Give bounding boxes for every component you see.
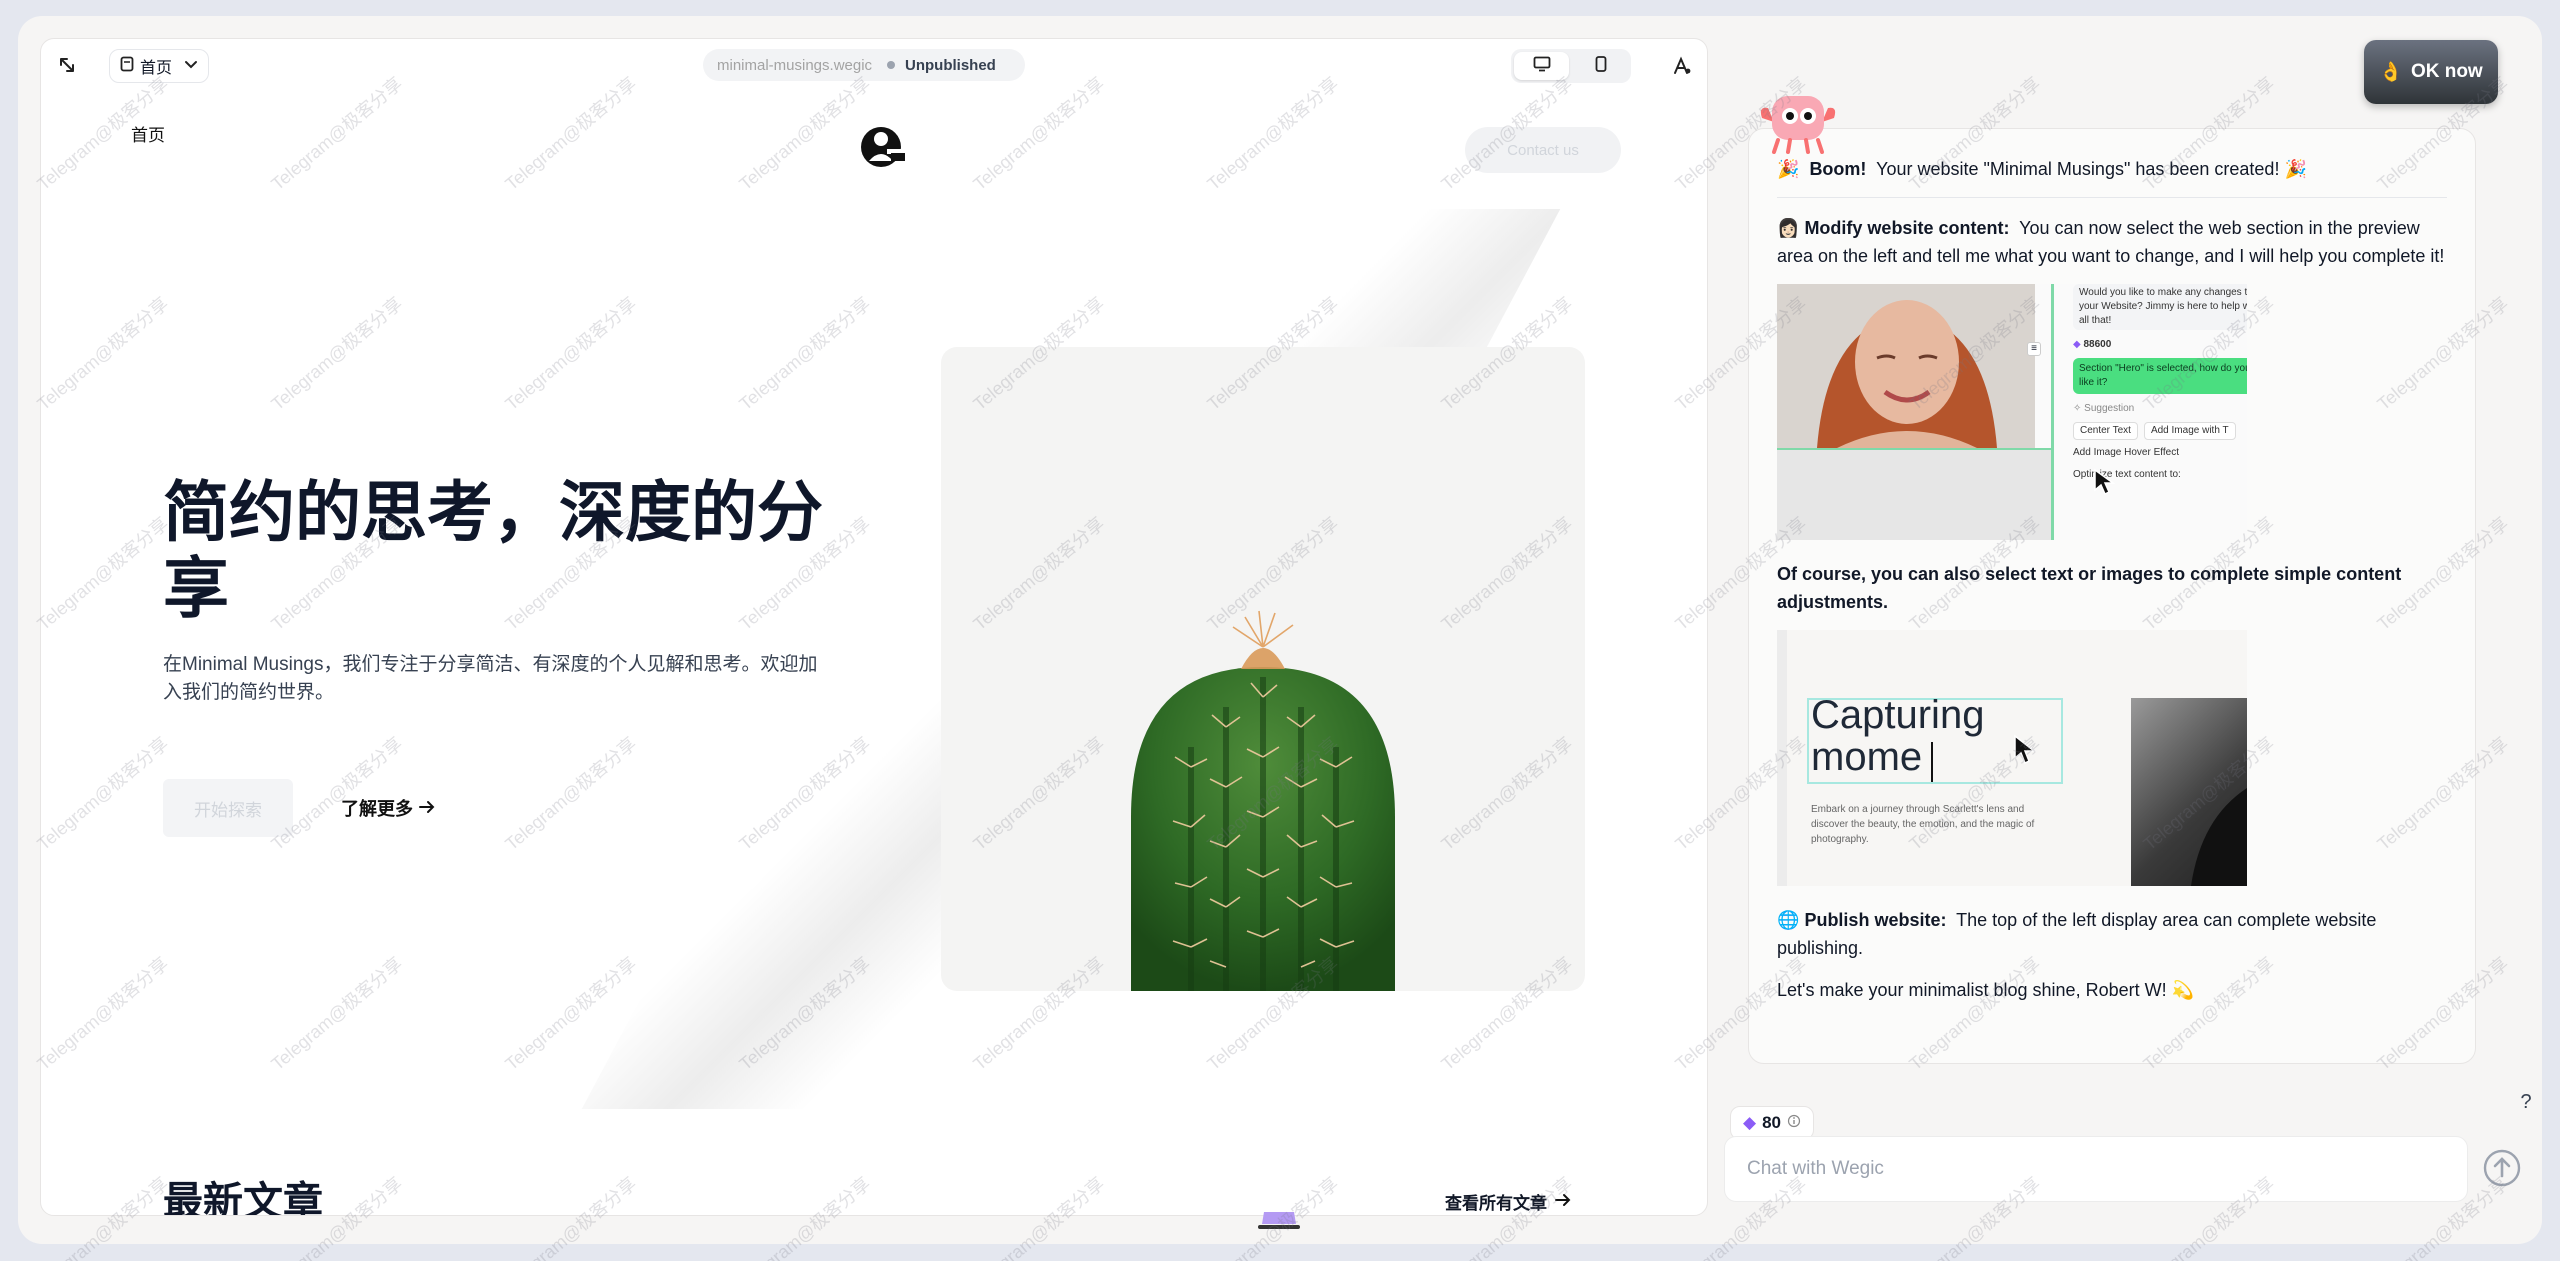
preview-toolbar: 首页 minimal-musings.wegic Unpublished — [41, 39, 1707, 91]
arrow-right-icon — [419, 798, 435, 819]
page-icon — [120, 56, 134, 77]
closing-text: Let's make your minimalist blog shine, R… — [1777, 980, 2167, 1000]
url-pill[interactable]: minimal-musings.wegic Unpublished — [703, 49, 1025, 81]
message-course: Of course, you can also select text or i… — [1777, 564, 2402, 612]
message-modify: 👩🏻 Modify website content: You can now s… — [1777, 214, 2447, 270]
latest-articles-title: 最新文章 — [163, 1179, 323, 1216]
globe-icon: 🌐 — [1777, 910, 1800, 930]
mobile-view-button[interactable] — [1573, 52, 1628, 80]
message-closing: Let's make your minimalist blog shine, R… — [1777, 976, 2447, 1004]
tray-icon[interactable] — [1256, 1208, 1302, 1232]
person-icon: 👩🏻 — [1777, 218, 1800, 238]
chat-input[interactable] — [1724, 1136, 2468, 1202]
hero-learn-more-label: 了解更多 — [341, 799, 413, 819]
mascot-avatar — [1756, 88, 1840, 154]
selection-border — [2051, 284, 2054, 540]
demo-paragraph: Embark on a journey through Scarlett's l… — [1811, 804, 2035, 845]
gem-icon: ◆ — [1743, 1113, 1757, 1132]
contact-button[interactable]: Contact us — [1465, 127, 1621, 173]
cursor-icon — [2093, 468, 2116, 501]
ok-now-button[interactable]: 👌 OK now — [2364, 40, 2498, 104]
publish-bold: Publish website: — [1804, 910, 1947, 930]
hero-cactus-image[interactable] — [941, 347, 1585, 991]
chevron-down-icon — [184, 57, 198, 75]
divider — [1777, 197, 2447, 198]
sparkle-icon: 💫 — [2171, 980, 2195, 1000]
device-toggle — [1511, 49, 1631, 83]
message-created: 🎉 Boom! Your website "Minimal Musings" h… — [1777, 155, 2447, 183]
modify-bold: Modify website content: — [1804, 218, 2010, 238]
site-nav-home-link[interactable]: 首页 — [131, 121, 165, 146]
sparkle-icon: ✧ — [2073, 403, 2082, 414]
view-all-articles-link[interactable]: 查看所有文章 — [1445, 1189, 1571, 1214]
demo-bubble: Would you like to make any changes to yo… — [2073, 284, 2247, 330]
ok-hand-icon: 👌 — [2379, 62, 2403, 83]
demo-section-select-image: ≡ Would you like to make any changes to … — [1777, 284, 2247, 540]
demo-text-select-image: Capturing mome Embark on a journey throu… — [1777, 630, 2247, 886]
site-logo[interactable] — [859, 123, 907, 171]
party-icon: 🎉 — [2284, 159, 2307, 179]
info-icon — [1787, 1113, 1801, 1133]
page-select-label: 首页 — [140, 60, 173, 77]
demo-credits-value: 88600 — [2083, 339, 2112, 350]
section-highlight — [1777, 448, 2053, 540]
publish-status: Unpublished — [905, 56, 996, 74]
boom-text: Your website "Minimal Musings" has been … — [1876, 159, 2280, 179]
chip: Add Image Hover Effect — [2073, 447, 2179, 458]
arrow-right-icon — [1555, 1192, 1571, 1212]
cursor-icon — [2013, 734, 2037, 774]
hero-subtitle[interactable]: 在Minimal Musings，我们专注于分享简洁、有深度的个人见解和思考。欢… — [163, 651, 823, 707]
desktop-view-button[interactable] — [1514, 52, 1569, 80]
font-style-icon[interactable] — [1669, 53, 1695, 79]
boom-bold: Boom! — [1809, 159, 1867, 179]
status-dot — [887, 61, 895, 69]
demo-edge — [1777, 630, 1787, 886]
demo-chat-column: Would you like to make any changes to yo… — [2073, 284, 2247, 540]
app-window: 首页 minimal-musings.wegic Unpublished 首页 … — [18, 16, 2542, 1244]
desktop-icon — [1533, 56, 1551, 77]
hero-start-button[interactable]: 开始探索 — [163, 779, 293, 837]
text-caret — [1931, 742, 1933, 782]
hero-learn-more-link[interactable]: 了解更多 — [341, 795, 435, 821]
credit-badge[interactable]: ◆ 80 — [1730, 1106, 1814, 1140]
suggestion-text: Suggestion — [2084, 403, 2135, 414]
help-button[interactable]: ? — [2512, 1088, 2540, 1116]
demo-photo — [2131, 698, 2247, 886]
send-button[interactable] — [2480, 1148, 2524, 1192]
chat-panel: 🎉 Boom! Your website "Minimal Musings" h… — [1748, 128, 2476, 1064]
site-url: minimal-musings.wegic — [717, 56, 873, 74]
preview-panel: 首页 minimal-musings.wegic Unpublished 首页 … — [40, 38, 1708, 1216]
arrow-up-circle-icon — [2482, 1148, 2522, 1193]
ok-now-label: OK now — [2410, 61, 2483, 82]
collapse-icon[interactable] — [55, 53, 79, 77]
portrait-photo — [1777, 284, 2035, 448]
chip: Add Image with T — [2143, 422, 2236, 440]
chip: Center Text — [2073, 422, 2138, 440]
hero-title[interactable]: 简约的思考，深度的分享 — [163, 475, 823, 627]
credit-value: 80 — [1762, 1113, 1781, 1132]
view-all-label: 查看所有文章 — [1445, 1194, 1547, 1213]
demo-credits: ◆ 88600 — [2073, 338, 2247, 352]
mobile-icon — [1595, 55, 1607, 77]
demo-suggestion-label: ✧ Suggestion — [2073, 402, 2247, 416]
message-publish: 🌐 Publish website: The top of the left d… — [1777, 906, 2447, 962]
demo-chips-row: Center Text Add Image with T — [2073, 422, 2247, 440]
page-select[interactable]: 首页 — [109, 49, 209, 83]
gem-icon: ◆ — [2073, 339, 2081, 350]
menu-icon: ≡ — [2027, 342, 2041, 356]
demo-selected-message: Section "Hero" is selected, how do you l… — [2073, 358, 2247, 394]
party-icon: 🎉 — [1777, 159, 1800, 179]
